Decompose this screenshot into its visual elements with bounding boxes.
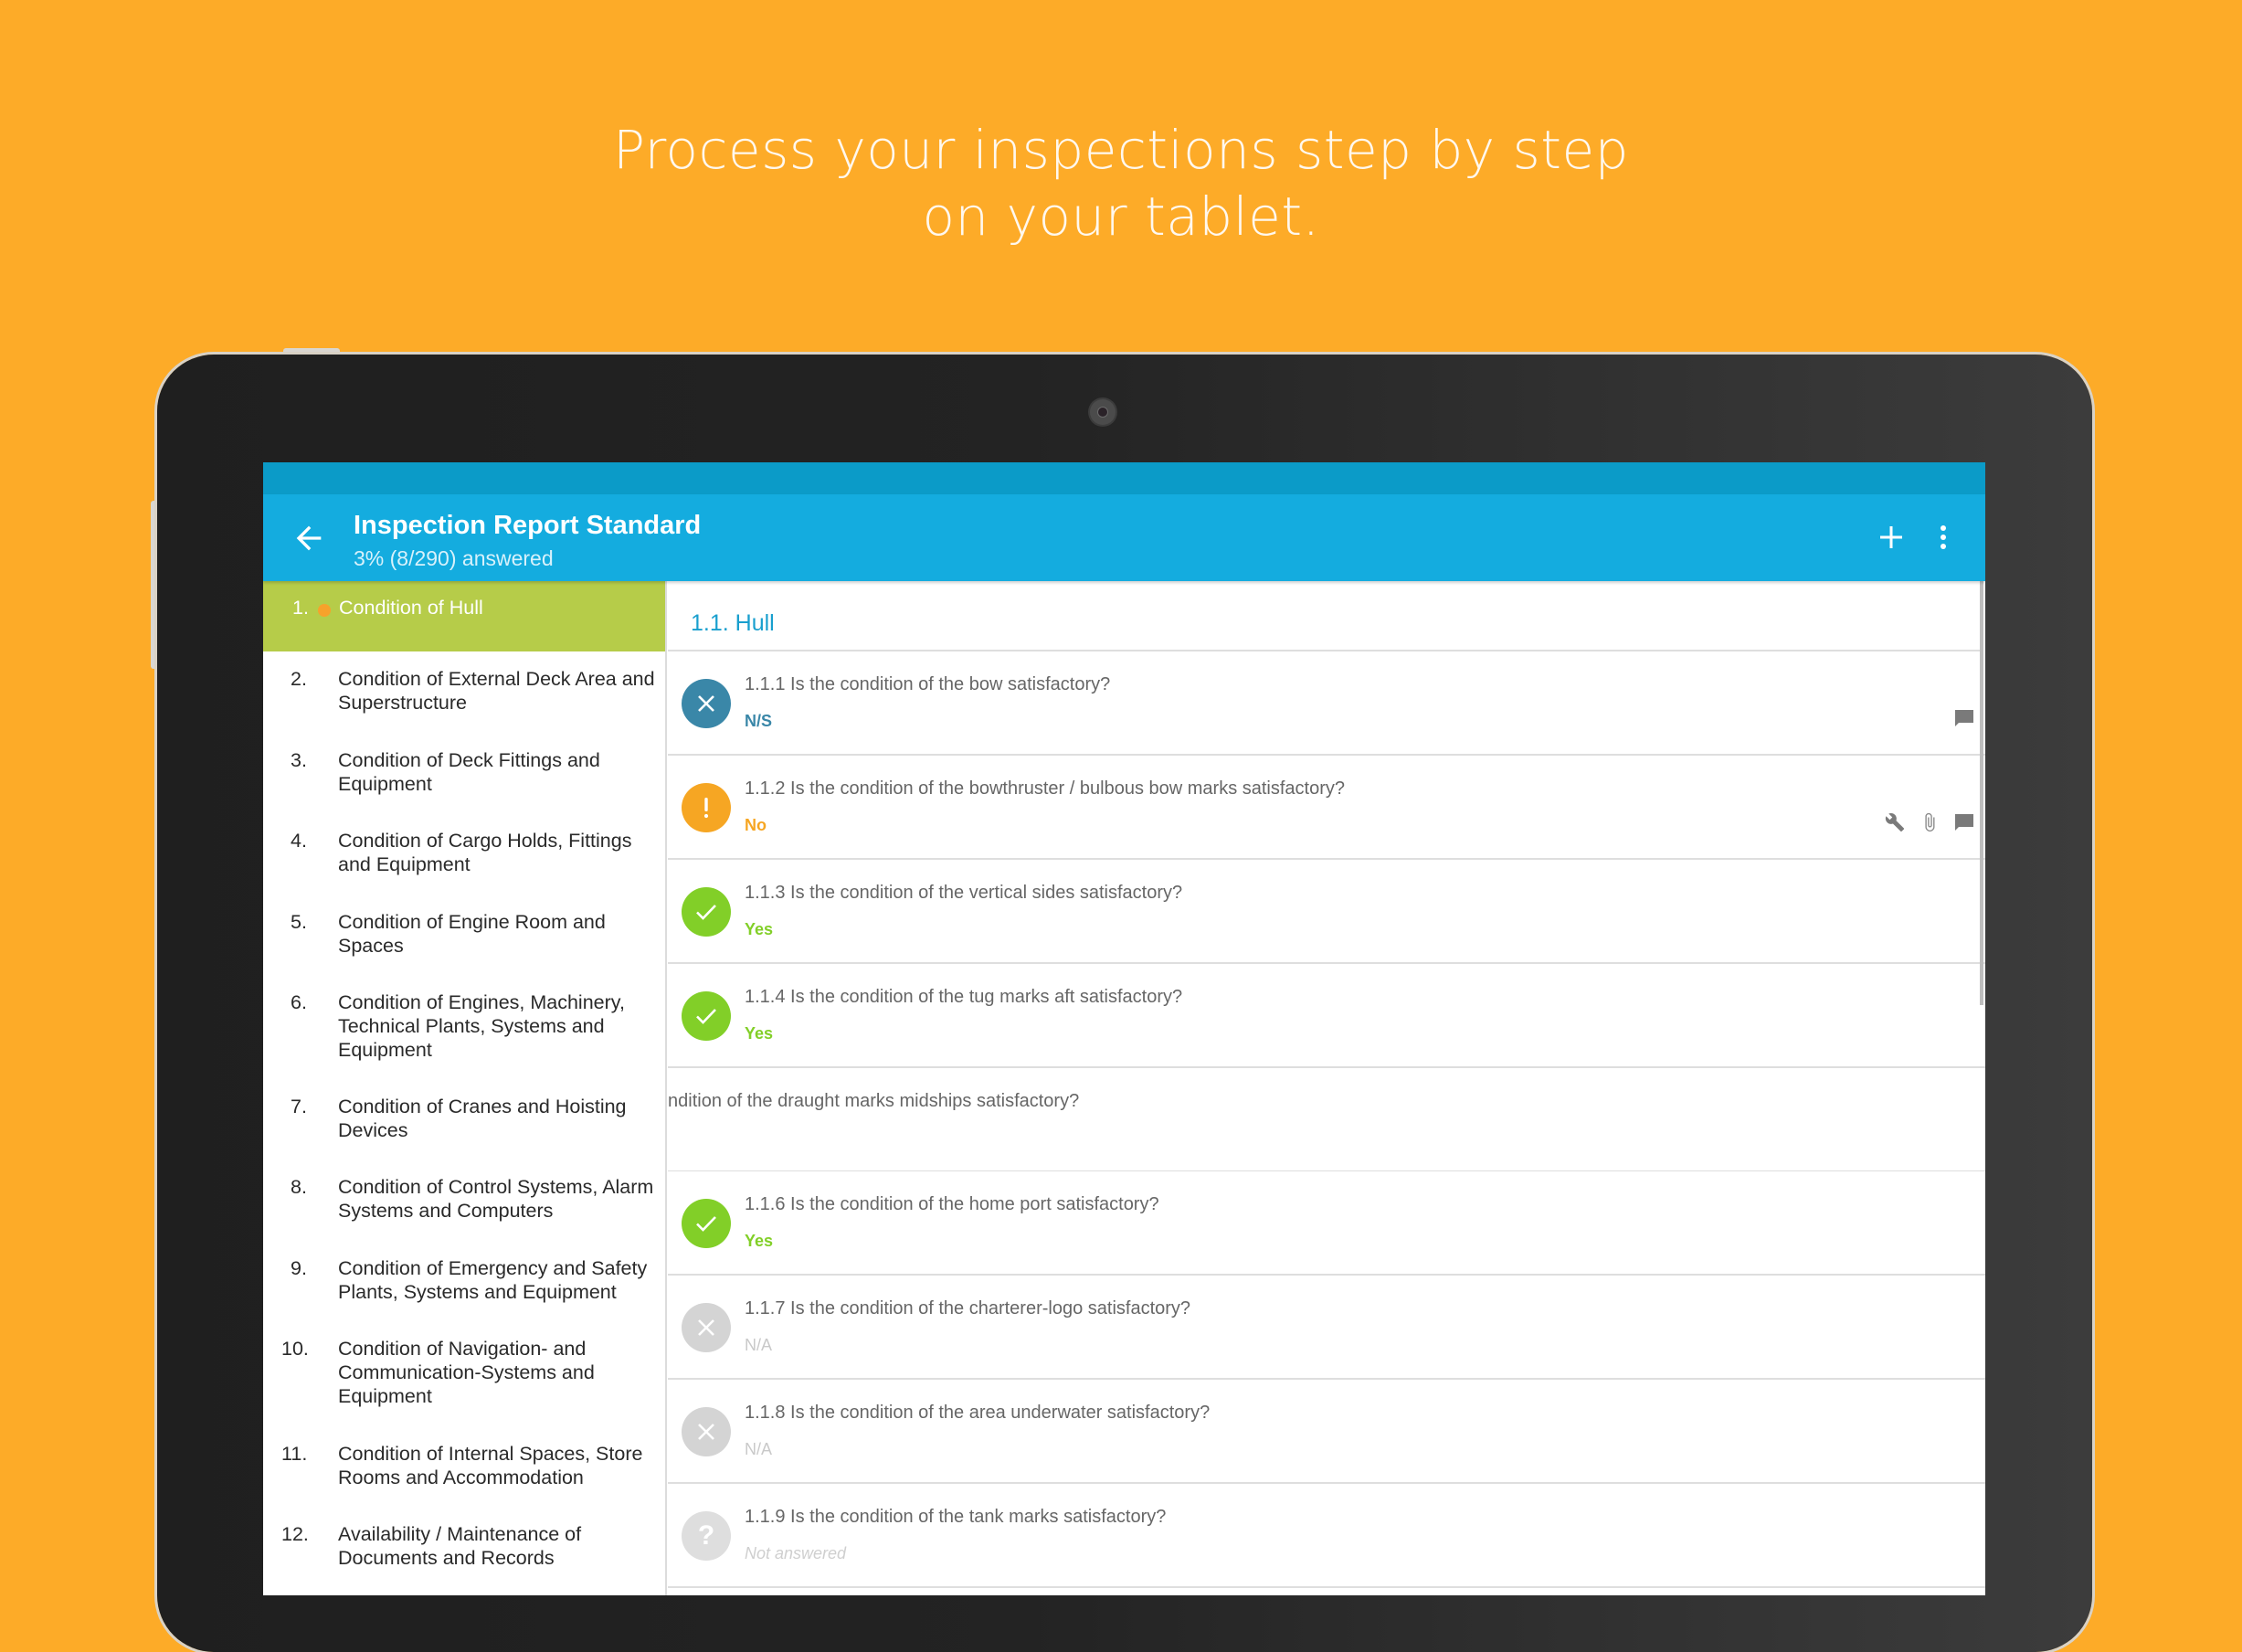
sidebar-item-label: Availability / Maintenance of Documents … bbox=[338, 1523, 582, 1569]
more-vert-icon-dot bbox=[1941, 544, 1946, 549]
question-text: 1.1.1 Is the condition of the bow satisf… bbox=[745, 674, 1111, 694]
comment-icon[interactable] bbox=[1954, 812, 1974, 832]
section-header: 1.1. Hull bbox=[668, 581, 1980, 651]
camera-icon bbox=[1090, 399, 1116, 425]
sidebar-item[interactable]: 6. Condition of Engines, Machinery, Tech… bbox=[263, 990, 665, 1069]
answer-label: No bbox=[745, 816, 767, 834]
close-icon bbox=[682, 679, 731, 728]
answer-label: N/A bbox=[745, 1440, 773, 1458]
sidebar-item-number: 9. bbox=[291, 1257, 307, 1279]
question-icon: ? bbox=[682, 1511, 731, 1561]
question-text: 1.1.9 Is the condition of the tank marks… bbox=[745, 1507, 1167, 1527]
answer-label: Yes bbox=[745, 920, 774, 938]
sidebar-item[interactable]: 4. Condition of Cargo Holds, Fittings an… bbox=[263, 829, 665, 884]
back-button[interactable] bbox=[291, 520, 327, 556]
question-text: 1.1.3 Is the condition of the vertical s… bbox=[745, 883, 1183, 903]
section-title: 1.1. Hull bbox=[691, 610, 775, 636]
sidebar-item[interactable]: 10. Condition of Navigation- and Communi… bbox=[263, 1337, 665, 1415]
question-row-swiping[interactable]: ndition of the draught marks midships sa… bbox=[668, 1068, 1985, 1172]
question-row[interactable]: 1.1.4 Is the condition of the tug marks … bbox=[668, 964, 1985, 1068]
marketing-headline: Process your inspections step by step on… bbox=[0, 117, 2242, 250]
sidebar-item-number: 1. bbox=[292, 597, 309, 619]
question-row[interactable]: 1.1.7 Is the condition of the charterer-… bbox=[668, 1276, 1985, 1380]
more-vert-icon-dot bbox=[1941, 525, 1946, 531]
comment-icon[interactable] bbox=[1954, 708, 1974, 728]
question-text: 1.1.6 Is the condition of the home port … bbox=[745, 1194, 1159, 1214]
more-vert-icon-dot bbox=[1941, 535, 1946, 540]
tablet-screen: Inspection Report Standard 3% (8/290) an… bbox=[263, 462, 1985, 1595]
sidebar-item-condition-of-hull[interactable]: 1. Condition of Hull bbox=[263, 581, 665, 651]
sidebar-item-number: 3. bbox=[291, 749, 307, 771]
sidebar-item[interactable]: 8. Condition of Control Systems, Alarm S… bbox=[263, 1175, 665, 1230]
add-button[interactable] bbox=[1873, 516, 1909, 558]
sidebar-item[interactable]: 5. Condition of Engine Room and Spaces bbox=[263, 910, 665, 965]
sidebar-item-label: Condition of Engines, Machinery, Technic… bbox=[338, 991, 625, 1061]
attachment-icon[interactable] bbox=[1919, 812, 1940, 832]
sidebar-item[interactable]: 11. Condition of Internal Spaces, Store … bbox=[263, 1442, 665, 1497]
report-title: Inspection Report Standard bbox=[354, 511, 702, 540]
question-row[interactable]: 1.1.3 Is the condition of the vertical s… bbox=[668, 860, 1985, 964]
sidebar-item-number: 6. bbox=[291, 991, 307, 1013]
sidebar-item-label: Condition of Cargo Holds, Fittings and E… bbox=[338, 830, 632, 875]
sidebar-item-label: Condition of Emergency and Safety Plants… bbox=[338, 1257, 648, 1303]
sidebar-item-number: 7. bbox=[291, 1096, 307, 1117]
close-icon bbox=[682, 1407, 731, 1456]
question-text: 1.1.8 Is the condition of the area under… bbox=[745, 1403, 1211, 1423]
chapter-sidebar: 1. Condition of Hull 2. Condition of Ext… bbox=[263, 581, 667, 1595]
headline-line-1: Process your inspections step by step bbox=[613, 119, 1629, 181]
sidebar-item[interactable]: 2. Condition of External Deck Area and S… bbox=[263, 667, 665, 722]
arrow-left-icon bbox=[296, 525, 322, 551]
question-row[interactable]: 1.1.2 Is the condition of the bowthruste… bbox=[668, 756, 1985, 860]
question-text: 1.1.7 Is the condition of the charterer-… bbox=[745, 1298, 1191, 1318]
sidebar-item-label: Condition of Engine Room and Spaces bbox=[338, 911, 606, 957]
check-icon bbox=[682, 887, 731, 937]
sidebar-item-number: 10. bbox=[281, 1338, 309, 1360]
sidebar-item-label: Condition of Hull bbox=[339, 597, 483, 619]
progress-dot-icon bbox=[318, 604, 331, 617]
sidebar-item-label: Condition of Deck Fittings and Equipment bbox=[338, 749, 600, 795]
plus-icon bbox=[1880, 526, 1902, 548]
question-row[interactable]: ? 1.1.9 Is the condition of the tank mar… bbox=[668, 1484, 1985, 1588]
more-options-button[interactable] bbox=[1930, 516, 1957, 558]
sidebar-item-number: 11. bbox=[281, 1443, 308, 1465]
sidebar-item[interactable]: 3. Condition of Deck Fittings and Equipm… bbox=[263, 748, 665, 803]
question-text: 1.1.2 Is the condition of the bowthruste… bbox=[745, 778, 1346, 799]
progress-subtitle: 3% (8/290) answered bbox=[354, 546, 554, 570]
question-actions bbox=[1885, 812, 1974, 832]
sidebar-item-label: Condition of Control Systems, Alarm Syst… bbox=[338, 1176, 654, 1222]
sidebar-item-number: 4. bbox=[291, 830, 307, 852]
question-row[interactable]: 1.1.6 Is the condition of the home port … bbox=[668, 1171, 1985, 1276]
sidebar-item-label: Condition of External Deck Area and Supe… bbox=[338, 668, 655, 714]
sidebar-item[interactable]: 12. Availability / Maintenance of Docume… bbox=[263, 1522, 665, 1577]
question-actions bbox=[1954, 708, 1974, 728]
sidebar-item-label: Condition of Navigation- and Communicati… bbox=[338, 1338, 595, 1407]
answer-label: Yes bbox=[745, 1232, 774, 1250]
check-icon bbox=[682, 1199, 731, 1248]
sidebar-item-number: 2. bbox=[291, 668, 307, 690]
sidebar-item-label: Condition of Internal Spaces, Store Room… bbox=[338, 1443, 643, 1488]
close-icon bbox=[682, 1303, 731, 1352]
answer-label: N/A bbox=[745, 1336, 773, 1354]
sidebar-item[interactable]: 9. Condition of Emergency and Safety Pla… bbox=[263, 1256, 665, 1311]
question-text: ndition of the draught marks midships sa… bbox=[668, 1091, 1080, 1111]
sidebar-item-label: Condition of Cranes and Hoisting Devices bbox=[338, 1096, 627, 1141]
app-bar: Inspection Report Standard 3% (8/290) an… bbox=[263, 494, 1985, 581]
wrench-icon[interactable] bbox=[1885, 812, 1905, 832]
question-row[interactable]: 1.1.8 Is the condition of the area under… bbox=[668, 1380, 1985, 1484]
answer-label: Yes bbox=[745, 1024, 774, 1043]
headline-line-2: on your tablet. bbox=[922, 185, 1320, 248]
exclamation-icon bbox=[682, 783, 731, 832]
scrollbar[interactable] bbox=[1980, 581, 1983, 1005]
question-list: 1.1. Hull 1.1.1 Is the condition of the … bbox=[668, 581, 1985, 1595]
sidebar-item-number: 5. bbox=[291, 911, 307, 933]
sidebar-item[interactable]: 7. Condition of Cranes and Hoisting Devi… bbox=[263, 1095, 665, 1149]
answer-label: N/S bbox=[745, 712, 773, 730]
sidebar-item-number: 12. bbox=[281, 1523, 309, 1545]
question-row[interactable]: 1.1.1 Is the condition of the bow satisf… bbox=[668, 651, 1985, 756]
question-text: 1.1.4 Is the condition of the tug marks … bbox=[745, 987, 1183, 1007]
answer-label: Not answered bbox=[745, 1544, 847, 1562]
status-bar bbox=[263, 462, 1985, 494]
sidebar-item-number: 8. bbox=[291, 1176, 307, 1198]
check-icon bbox=[682, 991, 731, 1041]
